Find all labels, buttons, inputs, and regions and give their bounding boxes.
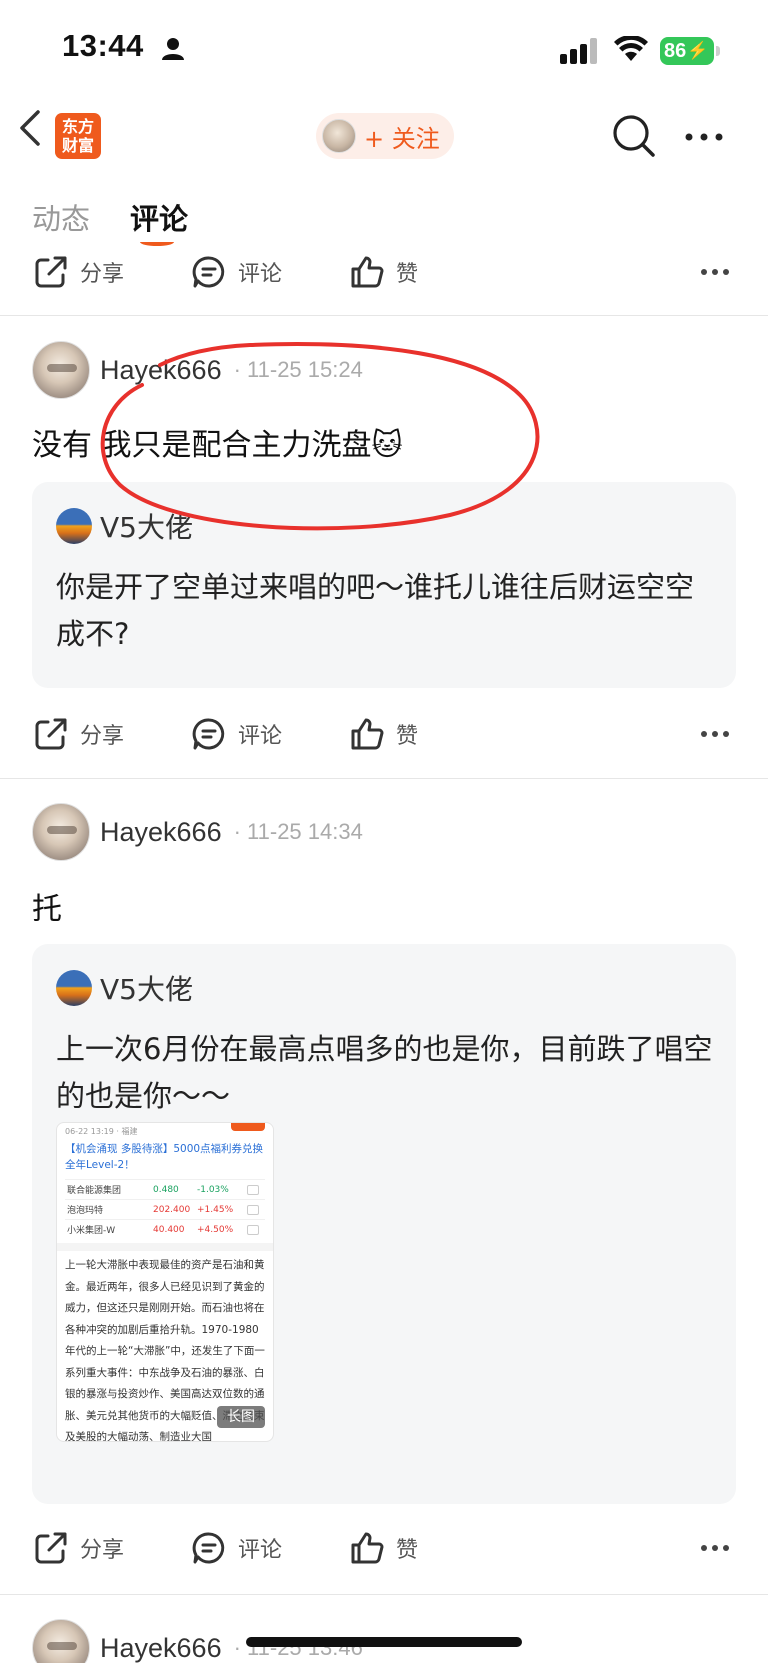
thumb-meta: 06-22 13:19 · 福建	[57, 1123, 273, 1139]
logo-line-1: 东方	[61, 117, 94, 136]
quote-header: V5大佬	[56, 968, 193, 1008]
stock-name: 泡泡玛特	[67, 1206, 104, 1216]
tab-comments[interactable]: 评论	[130, 196, 188, 238]
checkbox-icon	[247, 1224, 259, 1235]
stock-price: 0.480	[153, 1184, 179, 1195]
share-label: 分享	[80, 724, 125, 749]
comment-icon	[192, 718, 225, 750]
quoted-comment[interactable]: V5大佬 上一次6月份在最高点唱多的也是你，目前跌了唱空的也是你～～ 06-22…	[32, 944, 736, 1504]
signal-icon	[560, 38, 597, 64]
comment-label: 评论	[238, 262, 283, 287]
stock-price: 202.400	[153, 1204, 191, 1215]
stock-name: 联合能源集团	[67, 1186, 122, 1196]
share-label: 分享	[80, 1538, 125, 1563]
long-image-badge: 长图	[217, 1406, 265, 1428]
like-label: 赞	[396, 724, 419, 749]
more-options-icon[interactable]	[700, 1544, 730, 1552]
back-chevron-icon[interactable]	[18, 100, 44, 160]
thumbs-up-icon	[351, 718, 384, 750]
wifi-icon	[614, 36, 648, 61]
logo-line-2: 财富	[61, 136, 94, 155]
follow-avatar	[322, 119, 356, 153]
thumb-stock-row: 小米集团-W 40.400 +4.50%	[65, 1219, 265, 1239]
comment-button[interactable]: 评论	[192, 706, 282, 762]
share-button[interactable]: 分享	[34, 706, 124, 762]
share-icon	[35, 256, 67, 288]
thumb-stock-row: 联合能源集团 0.480 -1.03%	[65, 1179, 265, 1199]
thumb-title: 【机会涌现 多股待涨】5000点福利券兑换全年Level-2！	[65, 1143, 264, 1171]
quote-avatar	[56, 970, 92, 1006]
divider	[0, 778, 768, 779]
home-indicator[interactable]	[246, 1637, 522, 1647]
share-button[interactable]: 分享	[34, 244, 124, 300]
divider	[0, 315, 768, 316]
stock-name: 小米集团-W	[67, 1226, 116, 1236]
comment-icon	[192, 256, 225, 288]
action-bar: 分享 评论 赞	[0, 1520, 768, 1576]
action-bar: 分享 评论 赞	[0, 706, 768, 762]
like-button[interactable]: 赞	[350, 244, 418, 300]
quote-text: 上一次6月份在最高点唱多的也是你，目前跌了唱空的也是你～～	[56, 1032, 713, 1113]
checkbox-icon	[247, 1204, 259, 1215]
follow-button[interactable]: + 关注	[316, 113, 454, 159]
divider	[0, 1594, 768, 1595]
more-options-icon[interactable]	[684, 132, 724, 142]
quoted-image-thumbnail[interactable]: 06-22 13:19 · 福建 【机会涌现 多股待涨】5000点福利券兑换全年…	[56, 1122, 274, 1442]
share-label: 分享	[80, 262, 125, 287]
avatar[interactable]	[32, 1619, 90, 1663]
thumbs-up-icon	[351, 256, 384, 288]
battery-indicator: 86 ⚡	[660, 37, 720, 65]
action-bar: 分享 评论 赞	[0, 244, 768, 300]
comment-button[interactable]: 评论	[192, 1520, 282, 1576]
stock-price: 40.400	[153, 1224, 185, 1235]
quote-text: 你是开了空单过来唱的吧～谁托儿谁往后财运空空成不?	[56, 570, 695, 651]
like-label: 赞	[396, 262, 419, 287]
status-time: 13:44	[62, 28, 144, 63]
like-button[interactable]: 赞	[350, 706, 418, 762]
thumb-stock-table: 联合能源集团 0.480 -1.03% 泡泡玛特 202.400 +1.45% 小米集团-W…	[65, 1179, 265, 1239]
checkbox-icon	[247, 1184, 259, 1195]
username[interactable]: Hayek666	[100, 1633, 222, 1663]
stock-change: +4.50%	[197, 1224, 234, 1235]
post-header[interactable]: Hayek666 · 11-25 14:34	[32, 802, 363, 862]
thumb-meta-text: 06-22 13:19 · 福建	[65, 1126, 138, 1136]
username[interactable]: Hayek666	[100, 817, 222, 848]
share-button[interactable]: 分享	[34, 1520, 124, 1576]
comment-label: 评论	[238, 724, 283, 749]
thumb-stock-row: 泡泡玛特 202.400 +1.45%	[65, 1199, 265, 1219]
like-button[interactable]: 赞	[350, 1520, 418, 1576]
stock-change: -1.03%	[197, 1184, 229, 1195]
share-icon	[35, 1532, 67, 1564]
stock-change: +1.45%	[197, 1204, 234, 1215]
charging-bolt-icon: ⚡	[687, 41, 709, 60]
follow-label: + 关注	[364, 124, 440, 153]
eastmoney-logo: 东方 财富	[55, 113, 101, 159]
comment-button[interactable]: 评论	[192, 244, 282, 300]
quote-author[interactable]: V5大佬	[100, 968, 193, 1008]
search-icon[interactable]	[612, 114, 656, 158]
more-options-icon[interactable]	[700, 730, 730, 738]
thumbs-up-icon	[351, 1532, 384, 1564]
tab-dynamic[interactable]: 动态	[32, 196, 90, 238]
more-options-icon[interactable]	[700, 268, 730, 276]
post-text: 托	[32, 892, 62, 927]
comment-icon	[192, 1532, 225, 1564]
battery-level: 86	[664, 39, 687, 62]
person-icon	[162, 38, 184, 60]
like-label: 赞	[396, 1538, 419, 1563]
post-time: · 11-25 14:34	[233, 819, 363, 844]
comment-label: 评论	[238, 1538, 283, 1563]
red-annotation-circle	[100, 342, 540, 531]
status-bar: 13:44 86 ⚡	[0, 0, 768, 100]
avatar[interactable]	[32, 803, 90, 861]
share-icon	[35, 718, 67, 750]
